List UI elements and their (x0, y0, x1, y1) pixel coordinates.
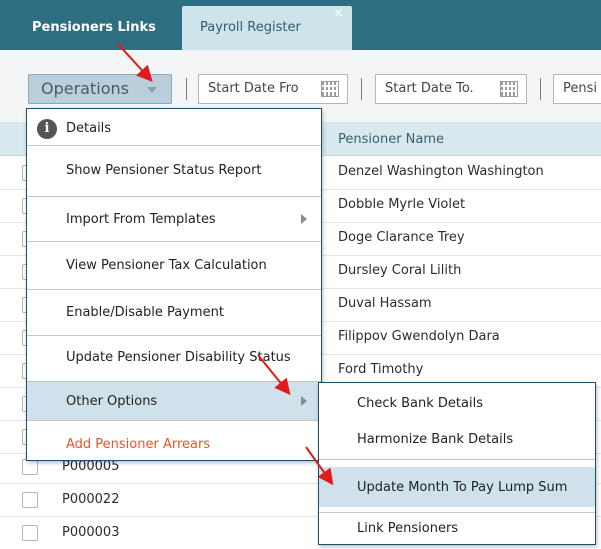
column-header-pensioner-name[interactable]: Pensioner Name (338, 122, 444, 158)
row-checkbox[interactable] (22, 492, 38, 508)
pensioner-filter-field[interactable]: Pensi (553, 74, 601, 104)
submenu-item-harmonize-bank-details[interactable]: Harmonize Bank Details (319, 423, 595, 459)
tab-bar: Pensioners Links Payroll Register × (0, 0, 601, 50)
menu-item-details[interactable]: i Details (27, 109, 321, 145)
submenu-item-label: Harmonize Bank Details (357, 432, 514, 447)
pensioner-name-cell: Ford Timothy (338, 362, 424, 377)
tab-payroll-register-label: Payroll Register (200, 20, 301, 35)
menu-item-label: Other Options (66, 394, 158, 409)
pensioner-id-cell: P000022 (62, 492, 120, 507)
toolbar-divider (186, 78, 187, 100)
menu-item-label: Enable/Disable Payment (66, 305, 224, 320)
pensioner-name-cell: Duval Hassam (338, 296, 432, 311)
pensioner-id-cell: P000003 (62, 525, 120, 540)
start-date-from-placeholder: Start Date Fro (208, 81, 299, 96)
submenu-item-check-bank-details[interactable]: Check Bank Details (319, 383, 595, 423)
row-checkbox[interactable] (22, 459, 38, 475)
info-icon: i (37, 119, 57, 139)
menu-item-label: Add Pensioner Arrears (66, 437, 211, 452)
start-date-to-placeholder: Start Date To. (385, 81, 474, 96)
start-date-from-field[interactable]: Start Date Fro (198, 74, 348, 104)
pensioner-name-cell: Filippov Gwendolyn Dara (338, 329, 500, 344)
chevron-right-icon (301, 214, 307, 224)
toolbar-divider (361, 78, 362, 100)
calendar-icon[interactable] (500, 81, 518, 97)
pensioner-name-cell: Denzel Washington Washington (338, 164, 544, 179)
menu-item-label: View Pensioner Tax Calculation (66, 258, 267, 273)
submenu-item-label: Link Pensioners (357, 521, 459, 536)
menu-item-update-disability-status[interactable]: Update Pensioner Disability Status (27, 336, 321, 381)
submenu-item-link-pensioners[interactable]: Link Pensioners (319, 513, 595, 545)
operations-menu: i Details Show Pensioner Status Report I… (26, 108, 322, 461)
toolbar-divider (540, 78, 541, 100)
operations-label: Operations (41, 79, 129, 98)
menu-item-label: Update Pensioner Disability Status (66, 350, 291, 365)
menu-item-import-templates[interactable]: Import From Templates (27, 197, 321, 241)
menu-item-add-pensioner-arrears[interactable]: Add Pensioner Arrears (27, 421, 321, 461)
pensioner-filter-placeholder: Pensi (563, 81, 597, 96)
menu-item-view-tax-calculation[interactable]: View Pensioner Tax Calculation (27, 242, 321, 289)
pensioner-name-cell: Dobble Myrle Violet (338, 197, 466, 212)
chevron-down-icon (147, 87, 157, 93)
menu-item-show-status-report[interactable]: Show Pensioner Status Report (27, 146, 321, 196)
tab-payroll-register[interactable]: Payroll Register × (182, 6, 352, 50)
submenu-item-label: Update Month To Pay Lump Sum (357, 480, 568, 495)
start-date-to-field[interactable]: Start Date To. (375, 74, 527, 104)
pensioner-name-cell: Doge Clarance Trey (338, 230, 465, 245)
calendar-icon[interactable] (321, 81, 339, 97)
chevron-right-icon (301, 396, 307, 406)
operations-button[interactable]: Operations (28, 74, 172, 104)
menu-item-label: Import From Templates (66, 212, 216, 227)
submenu-item-label: Check Bank Details (357, 396, 483, 411)
menu-item-enable-disable-payment[interactable]: Enable/Disable Payment (27, 290, 321, 335)
tab-pensioners-links[interactable]: Pensioners Links (18, 6, 178, 50)
pensioner-name-cell: Dursley Coral Lilith (338, 263, 462, 278)
menu-divider (319, 459, 595, 460)
menu-item-label: Show Pensioner Status Report (66, 163, 262, 178)
other-options-submenu: Check Bank Details Harmonize Bank Detail… (318, 382, 596, 545)
submenu-item-update-month-lump-sum[interactable]: Update Month To Pay Lump Sum (319, 467, 595, 507)
menu-item-other-options[interactable]: Other Options (27, 382, 321, 420)
row-checkbox[interactable] (22, 525, 38, 541)
menu-item-label: Details (66, 121, 112, 136)
close-icon[interactable]: × (333, 0, 344, 36)
